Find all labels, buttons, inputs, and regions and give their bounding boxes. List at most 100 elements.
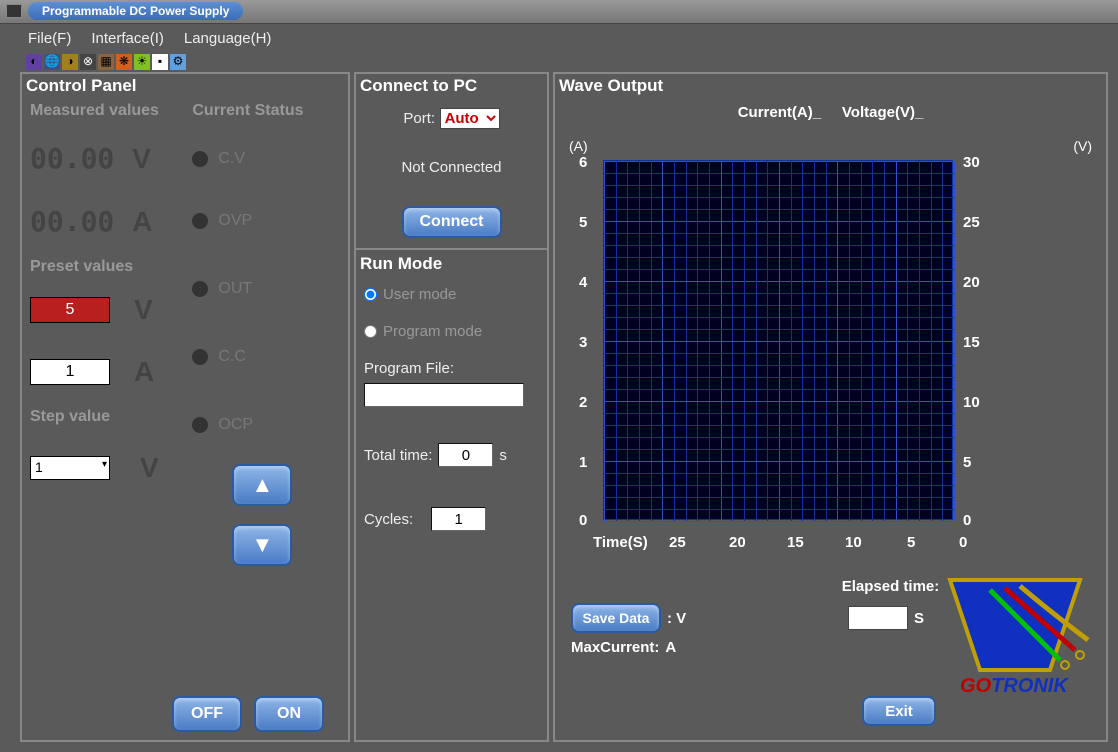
ytick-a-4: 4	[579, 274, 587, 291]
toolbar-icon-3[interactable]: ◑	[62, 54, 78, 70]
app-icon	[6, 4, 22, 18]
ytick-a-3: 3	[579, 334, 587, 351]
voltage-reading: 00.00	[30, 142, 114, 175]
current-unit: A	[132, 206, 152, 238]
wave-output-title: Wave Output	[555, 74, 1106, 98]
preset-current-input[interactable]	[30, 359, 110, 385]
exit-button[interactable]: Exit	[862, 696, 936, 726]
legend-current: Current(A)_	[738, 104, 821, 121]
status-cc-label: C.C	[218, 348, 246, 366]
toolbar-icon-4[interactable]: ⊗	[80, 54, 96, 70]
cycles-label: Cycles:	[364, 511, 413, 528]
status-out-label: OUT	[218, 280, 252, 298]
ytick-v-5: 5	[963, 454, 971, 471]
toolbar-icon-1[interactable]: ◐	[26, 54, 42, 70]
connect-button[interactable]: Connect	[402, 206, 502, 238]
user-mode-label: User mode	[383, 286, 456, 303]
connection-status: Not Connected	[356, 159, 547, 176]
menu-file[interactable]: File(F)	[28, 30, 71, 47]
triangle-up-icon: ▲	[251, 472, 273, 498]
toolbar-icon-6[interactable]: ❋	[116, 54, 132, 70]
led-cv	[192, 151, 208, 167]
toolbar-icon-8[interactable]: ▪	[152, 54, 168, 70]
preset-voltage-input[interactable]	[30, 297, 110, 323]
save-data-button[interactable]: Save Data	[571, 603, 661, 633]
step-up-button[interactable]: ▲	[232, 464, 292, 506]
current-status-label: Current Status	[192, 102, 340, 120]
connect-panel: Connect to PC Port: Auto Not Connected C…	[354, 72, 549, 742]
axis-a-label: (A)	[569, 138, 588, 154]
step-value-label: Step value	[30, 408, 192, 426]
elapsed-time-unit: S	[914, 610, 924, 627]
step-value-unit: V	[140, 452, 159, 484]
xtick-20: 20	[729, 534, 746, 551]
window-title: Programmable DC Power Supply	[28, 2, 243, 20]
maxcurrent-a: A	[665, 639, 676, 656]
program-mode-label: Program mode	[383, 323, 482, 340]
ytick-v-10: 10	[963, 394, 980, 411]
toolbar-icon-9[interactable]: ⚙	[170, 54, 186, 70]
step-value-select[interactable]: 1	[30, 456, 110, 480]
toolbar-icon-7[interactable]: ☀	[134, 54, 150, 70]
run-mode-title: Run Mode	[356, 252, 547, 276]
toolbar: ◐ 🌐 ◑ ⊗ ▦ ❋ ☀ ▪ ⚙	[0, 52, 1118, 72]
program-mode-radio[interactable]	[364, 325, 377, 338]
legend-voltage: Voltage(V)_	[842, 104, 923, 121]
preset-values-label: Preset values	[30, 258, 192, 276]
ytick-a-0: 0	[579, 512, 587, 529]
status-cv-label: C.V	[218, 150, 245, 168]
ytick-v-30: 30	[963, 154, 980, 171]
program-file-label: Program File:	[364, 360, 547, 377]
total-time-label: Total time:	[364, 447, 432, 464]
ytick-v-25: 25	[963, 214, 980, 231]
on-button[interactable]: ON	[254, 696, 324, 732]
off-button[interactable]: OFF	[172, 696, 242, 732]
port-label: Port:	[403, 110, 435, 127]
save-v-label: : V	[667, 610, 686, 627]
led-out	[192, 281, 208, 297]
maxcurrent-label: MaxCurrent:	[571, 639, 659, 656]
toolbar-icon-2[interactable]: 🌐	[44, 54, 60, 70]
menu-interface[interactable]: Interface(I)	[91, 30, 164, 47]
ytick-a-2: 2	[579, 394, 587, 411]
ytick-v-0: 0	[963, 512, 971, 529]
elapsed-time-input[interactable]	[848, 606, 908, 630]
total-time-input[interactable]	[438, 443, 493, 467]
toolbar-icon-5[interactable]: ▦	[98, 54, 114, 70]
menu-bar: File(F) Interface(I) Language(H)	[0, 24, 1118, 52]
xtick-0: 0	[959, 534, 967, 551]
xtick-15: 15	[787, 534, 804, 551]
preset-voltage-unit: V	[134, 294, 153, 326]
xaxis-time-label: Time(S)	[593, 534, 648, 551]
user-mode-radio[interactable]	[364, 288, 377, 301]
voltage-unit: V	[132, 143, 151, 175]
led-ocp	[192, 417, 208, 433]
xtick-5: 5	[907, 534, 915, 551]
connect-panel-title: Connect to PC	[356, 74, 547, 98]
program-file-input[interactable]	[364, 383, 524, 407]
led-cc	[192, 349, 208, 365]
ytick-v-20: 20	[963, 274, 980, 291]
status-ovp-label: OVP	[218, 212, 252, 230]
menu-language[interactable]: Language(H)	[184, 30, 272, 47]
measured-values-label: Measured values	[30, 102, 192, 120]
ytick-v-15: 15	[963, 334, 980, 351]
window-titlebar: Programmable DC Power Supply	[0, 0, 1118, 24]
svg-text:GOTRONIK: GOTRONIK	[960, 675, 1069, 697]
ytick-a-1: 1	[579, 454, 587, 471]
axis-v-label: (V)	[1073, 138, 1092, 154]
current-reading: 00.00	[30, 205, 114, 238]
port-select[interactable]: Auto	[440, 108, 500, 129]
ytick-a-6: 6	[579, 154, 587, 171]
xtick-25: 25	[669, 534, 686, 551]
led-ovp	[192, 213, 208, 229]
preset-current-unit: A	[134, 356, 154, 388]
step-down-button[interactable]: ▼	[232, 524, 292, 566]
triangle-down-icon: ▼	[251, 532, 273, 558]
chart-grid	[603, 160, 953, 520]
control-panel-title: Control Panel	[22, 74, 348, 98]
total-time-unit: s	[499, 447, 507, 464]
control-panel: Control Panel Measured values 00.00 V 00…	[20, 72, 350, 742]
brand-logo: GOTRONIK	[930, 570, 1100, 700]
cycles-input[interactable]	[431, 507, 486, 531]
